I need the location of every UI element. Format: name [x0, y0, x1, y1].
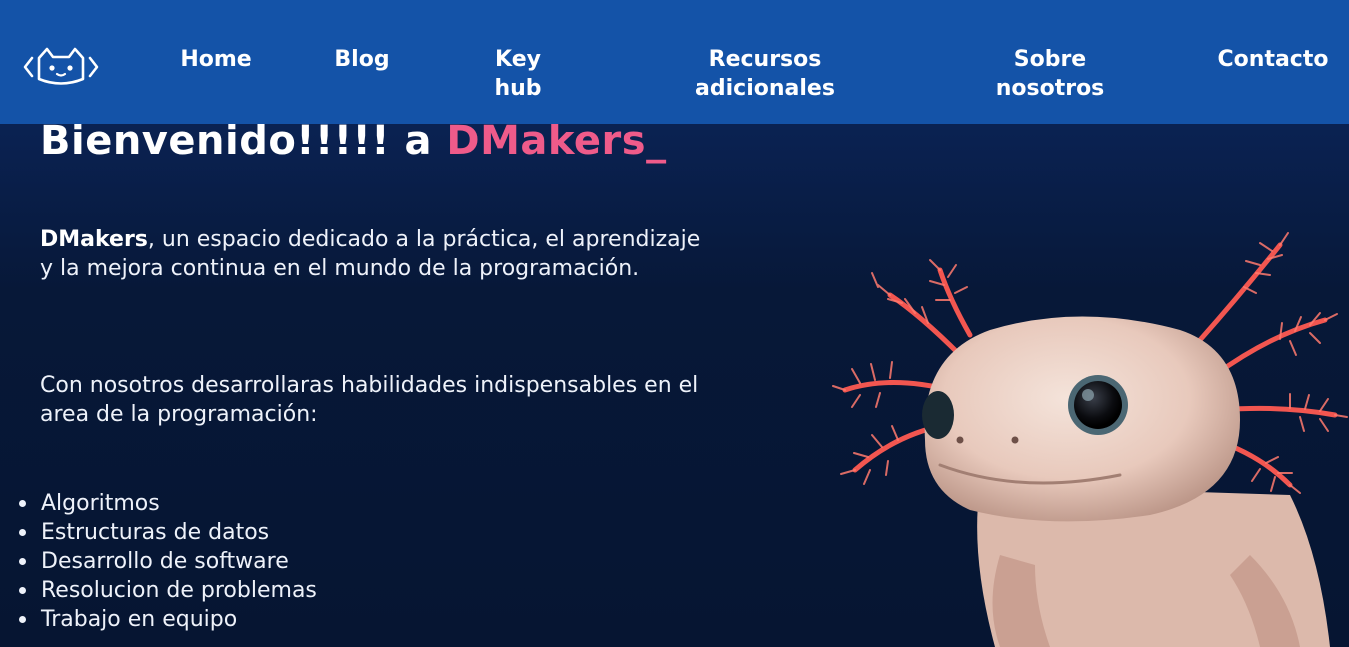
nav-recursos-label-line1: Recursos	[708, 47, 822, 72]
nav-blog[interactable]: Blog	[322, 45, 402, 74]
hero-title-prefix: Bienvenido!!!!! a	[40, 118, 447, 164]
nav-key-hub-label-line1: Key	[495, 47, 541, 72]
list-item: Desarrollo de software	[19, 547, 317, 576]
page: Home Blog Key hub Recursos adicionales S…	[0, 0, 1349, 647]
list-item: Algoritmos	[19, 489, 317, 518]
hero-title-brand: DMakers_	[446, 118, 667, 164]
skills-intro: Con nosotros desarrollaras habilidades i…	[40, 373, 699, 427]
intro-brand: DMakers	[40, 227, 148, 252]
nav-sobre-label-line1: Sobre	[1013, 47, 1087, 72]
nav-recursos-adicionales[interactable]: Recursos adicionales	[680, 45, 850, 103]
intro-paragraph: DMakers, un espacio dedicado a la prácti…	[40, 225, 720, 283]
nav-sobre-label-line2: nosotros	[995, 76, 1105, 101]
nav-contacto-label: Contacto	[1217, 47, 1329, 72]
nav-home-label: Home	[180, 47, 252, 72]
nav-key-hub[interactable]: Key hub	[478, 45, 558, 103]
cat-code-brackets-icon[interactable]	[22, 44, 100, 90]
nav-recursos-label-line2: adicionales	[695, 76, 835, 101]
list-item: Resolucion de problemas	[19, 578, 317, 603]
list-item: Estructuras de datos	[19, 518, 317, 547]
hero-title: Bienvenido!!!!! a DMakers_	[40, 118, 667, 164]
axolotl-illustration	[832, 232, 1348, 647]
skills-list: Algoritmos Estructuras de datos Desarrol…	[18, 489, 317, 634]
nav-contacto[interactable]: Contacto	[1208, 45, 1338, 74]
nav-sobre-nosotros[interactable]: Sobre nosotros	[985, 45, 1115, 103]
list-item: Trabajo en equipo	[19, 605, 317, 634]
nav-home[interactable]: Home	[166, 45, 266, 74]
navbar: Home Blog Key hub Recursos adicionales S…	[0, 0, 1349, 124]
nav-key-hub-label-line2: hub	[494, 76, 542, 101]
nav-blog-label: Blog	[334, 47, 390, 72]
